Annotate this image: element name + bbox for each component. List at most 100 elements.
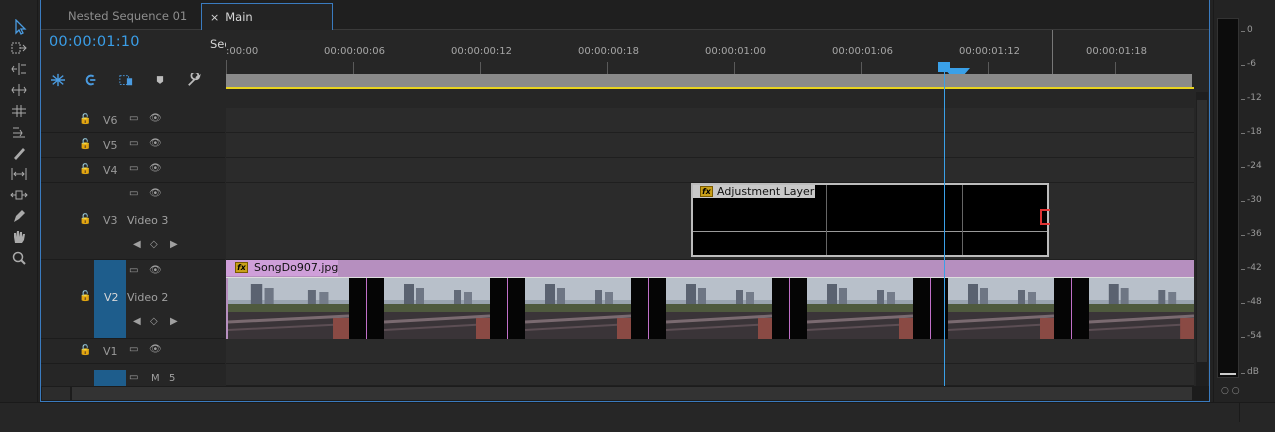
clip-gap — [772, 278, 807, 339]
ruler-tick — [226, 60, 227, 74]
trim-handle-icon[interactable] — [1040, 209, 1050, 225]
ruler-tick — [353, 62, 354, 74]
meter-scale-tick — [1241, 303, 1245, 304]
meter-scale-tick — [1241, 201, 1245, 202]
track-id: V1 — [103, 345, 118, 358]
lock-icon[interactable]: 🔓 — [79, 291, 91, 302]
track-header-v2: ▭ 👁 🔓 Video 2 ◀ ◇ ▶ — [41, 260, 225, 339]
track-lane-v6[interactable] — [226, 108, 1194, 133]
zoom-handle[interactable] — [42, 387, 70, 400]
sync-lock-icon[interactable]: ▭ — [129, 163, 138, 174]
linked-selection-icon[interactable] — [82, 72, 100, 88]
vertical-scroll-thumb[interactable] — [1197, 100, 1207, 362]
work-area-bar[interactable] — [226, 74, 1192, 88]
clip-thumbnail — [384, 278, 490, 339]
clip-keyframe-line — [226, 277, 1194, 278]
ripple-edit-icon[interactable] — [8, 60, 30, 78]
sync-lock-icon[interactable]: ▭ — [129, 138, 138, 149]
prev-keyframe-icon[interactable]: ◀ — [133, 316, 141, 327]
track-name[interactable]: Video 2 — [127, 291, 168, 304]
sync-lock-icon[interactable]: ▭ — [129, 372, 138, 383]
sequence-end-marker — [1052, 30, 1053, 74]
status-bar — [0, 402, 1275, 432]
playhead-timecode[interactable]: 00:00:01:10 — [49, 34, 140, 50]
eye-icon[interactable]: 👁 — [149, 113, 162, 124]
audio-meter-level — [1220, 373, 1236, 375]
track-lane-v1[interactable] — [226, 339, 1194, 364]
sync-lock-icon[interactable]: ▭ — [129, 188, 138, 199]
mute-button[interactable]: M — [151, 373, 160, 384]
prev-keyframe-icon[interactable]: ◀ — [133, 239, 141, 250]
eye-icon[interactable]: 👁 — [149, 163, 162, 174]
clip-thumbnail — [948, 278, 1054, 339]
slip-icon[interactable] — [8, 165, 30, 183]
meter-scale-tick — [1241, 235, 1245, 236]
track-number: 5 — [169, 373, 176, 384]
horizontal-scroll-thumb[interactable] — [72, 387, 1192, 400]
fx-badge-icon: fx — [235, 262, 248, 273]
track-id: V5 — [103, 139, 118, 152]
track-target-a1[interactable] — [94, 370, 126, 386]
ripple-track-icon[interactable] — [8, 123, 30, 141]
meter-scale-tick — [1241, 31, 1245, 32]
eye-icon[interactable]: 👁 — [149, 188, 162, 199]
pen-icon[interactable] — [8, 207, 30, 225]
meter-scale-label: -6 — [1247, 59, 1256, 69]
ruler-label: 00:00:01:18 — [1086, 46, 1148, 57]
meter-scale-label: dB — [1247, 367, 1259, 377]
meter-scale-label: -36 — [1247, 229, 1262, 239]
sync-lock-icon[interactable]: ▭ — [129, 344, 138, 355]
solo-buttons[interactable]: ○ ○ — [1221, 386, 1240, 396]
eye-icon[interactable]: 👁 — [149, 265, 162, 276]
ruler-label: 00:00:01:12 — [959, 46, 1021, 57]
ruler-tick — [861, 62, 862, 74]
next-keyframe-icon[interactable]: ▶ — [170, 316, 178, 327]
eye-icon[interactable]: 👁 — [149, 344, 162, 355]
sync-lock-icon[interactable]: ▭ — [129, 265, 138, 276]
lock-icon[interactable]: 🔓 — [79, 139, 91, 150]
lock-icon[interactable]: 🔓 — [79, 114, 91, 125]
lock-icon[interactable]: 🔓 — [79, 164, 91, 175]
track-name[interactable]: Video 3 — [127, 214, 168, 227]
tab-close-icon[interactable]: × — [210, 11, 219, 24]
add-keyframe-icon[interactable]: ◇ — [150, 316, 158, 327]
audio-meter-track — [1217, 18, 1239, 378]
meter-scale-tick — [1241, 337, 1245, 338]
eye-icon[interactable]: 👁 — [149, 138, 162, 149]
rolling-edit-icon[interactable] — [8, 81, 30, 99]
track-id: V6 — [103, 114, 118, 127]
snap-icon[interactable] — [49, 72, 67, 88]
zoom-icon[interactable] — [8, 249, 30, 267]
meter-scale-tick — [1241, 373, 1245, 374]
next-keyframe-icon[interactable]: ▶ — [170, 239, 178, 250]
meter-scale-tick — [1241, 269, 1245, 270]
selection-icon[interactable] — [8, 18, 30, 36]
lock-icon[interactable]: 🔓 — [79, 345, 91, 356]
hand-icon[interactable] — [8, 228, 30, 246]
marker-icon[interactable] — [151, 72, 169, 88]
work-area-line — [226, 87, 1194, 89]
clip-divider — [826, 185, 827, 255]
razor-icon[interactable] — [8, 144, 30, 162]
track-select-icon[interactable] — [8, 39, 30, 57]
add-marker-icon[interactable] — [117, 72, 135, 88]
slide-icon[interactable] — [8, 186, 30, 204]
wrench-icon[interactable] — [185, 72, 203, 88]
track-lane-v5[interactable] — [226, 133, 1194, 158]
clip-gap — [1054, 278, 1089, 339]
rate-stretch-icon[interactable] — [8, 102, 30, 120]
add-keyframe-icon[interactable]: ◇ — [150, 239, 158, 250]
lock-icon[interactable]: 🔓 — [79, 214, 91, 225]
sync-lock-icon[interactable]: ▭ — [129, 113, 138, 124]
track-lane-v4[interactable] — [226, 158, 1194, 183]
fx-badge-icon: fx — [700, 186, 713, 197]
meter-scale-label: -48 — [1247, 297, 1262, 307]
tab-nested-sequence[interactable]: Nested Sequence 01 — [58, 3, 197, 30]
track-header-v6: 🔓 V6 ▭ 👁 — [41, 108, 225, 133]
ruler-label: 00:00:00:12 — [451, 46, 513, 57]
time-ruler[interactable]: :00:00 00:00:00:06 00:00:00:12 00:00:00:… — [226, 30, 1194, 74]
tab-main-sequence[interactable]: ×Main Sequence≡ — [201, 3, 333, 51]
track-lane-a1[interactable] — [226, 364, 1194, 386]
clip-gap — [349, 278, 384, 339]
meter-scale-tick — [1241, 65, 1245, 66]
